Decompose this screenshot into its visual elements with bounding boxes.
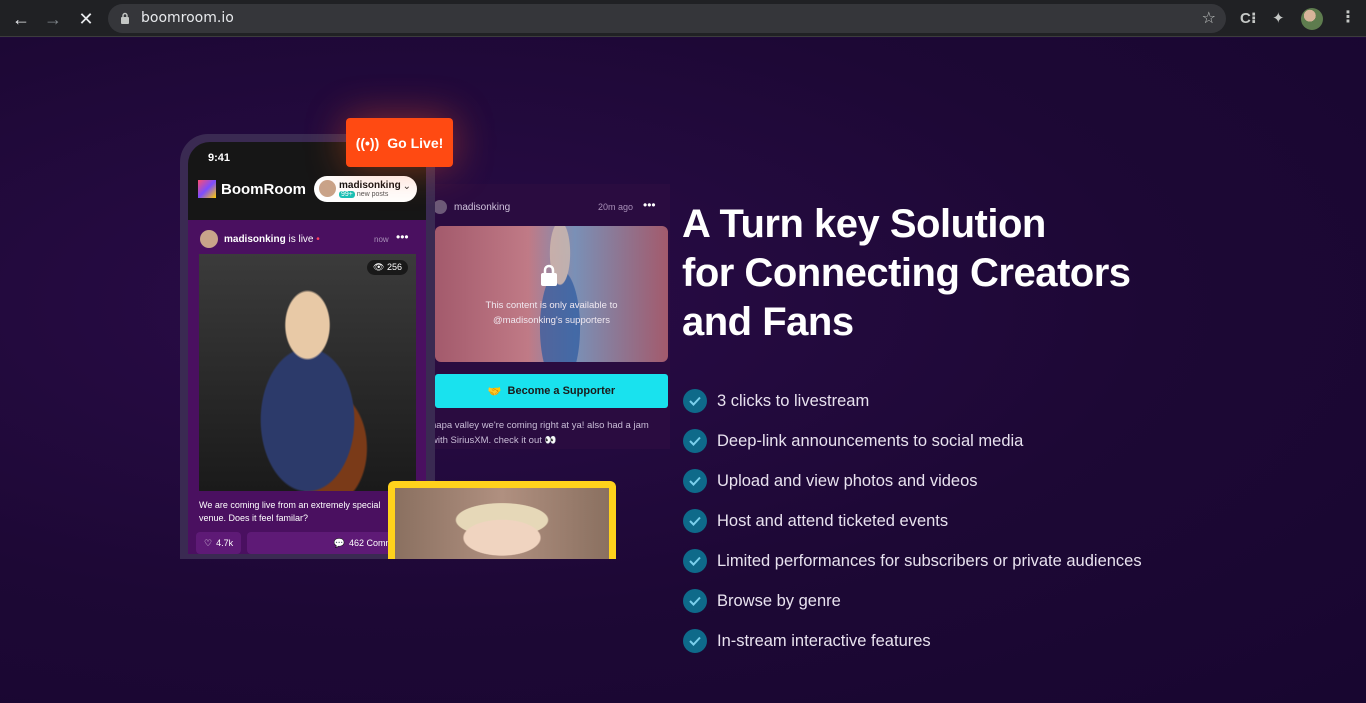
person-photo <box>395 488 609 559</box>
extension-icon[interactable]: C⁝ <box>1240 9 1257 27</box>
feature-list: 3 clicks to livestream Deep-link announc… <box>683 381 1142 661</box>
feature-text: 3 clicks to livestream <box>717 391 870 410</box>
locked-line-1: This content is only available to <box>485 300 618 311</box>
hero-section: madisonking 20m ago ••• This content is … <box>0 38 1366 703</box>
list-item: 3 clicks to livestream <box>683 381 1142 421</box>
blurred-photo <box>525 226 595 362</box>
new-posts-label: 99+ new posts <box>339 191 388 198</box>
post-header: madisonking is live • now ••• <box>200 230 415 250</box>
forward-arrow-icon[interactable]: → <box>40 6 66 32</box>
feature-text: Limited performances for subscribers or … <box>717 551 1142 570</box>
url-text: boomroom.io <box>141 10 234 26</box>
menu-kebab-icon[interactable]: ⋮ <box>1340 7 1356 27</box>
post-author: madisonking is live • <box>224 234 320 245</box>
list-item: Limited performances for subscribers or … <box>683 541 1142 581</box>
avatar <box>200 230 218 248</box>
list-item: Host and attend ticketed events <box>683 501 1142 541</box>
locked-message: This content is only available to @madis… <box>435 298 668 328</box>
eye-icon: 👁 <box>373 262 385 272</box>
bookmark-star-icon[interactable]: ☆ <box>1202 8 1216 28</box>
lock-icon <box>541 264 557 286</box>
feature-text: Host and attend ticketed events <box>717 511 949 530</box>
status-time: 9:41 <box>208 152 231 164</box>
post-text: napa valley we're coming right at ya! al… <box>431 420 649 446</box>
back-arrow-icon[interactable]: ← <box>8 6 34 32</box>
checkmark-icon <box>683 509 707 533</box>
post-header: madisonking 20m ago ••• <box>433 198 668 216</box>
post-username: madisonking <box>454 202 511 213</box>
logo-cube-icon <box>198 180 216 198</box>
title-line-2: for Connecting Creators <box>682 251 1131 295</box>
feature-text: Browse by genre <box>717 591 841 610</box>
checkmark-icon <box>683 429 707 453</box>
feature-text: In-stream interactive features <box>717 631 931 650</box>
checkmark-icon <box>683 589 707 613</box>
chevron-down-icon: ⌄ <box>402 181 411 192</box>
new-posts-count: 99+ <box>339 191 355 198</box>
chip-username: madisonking <box>339 180 401 191</box>
feature-text: Upload and view photos and videos <box>717 471 978 490</box>
locked-content: This content is only available to @madis… <box>435 226 668 362</box>
list-item: Upload and view photos and videos <box>683 461 1142 501</box>
post-time: now <box>374 235 389 244</box>
feature-text: Deep-link announcements to social media <box>717 431 1024 450</box>
view-count: 👁 256 <box>367 260 408 275</box>
title-line-1: A Turn key Solution <box>682 202 1046 246</box>
more-options-icon[interactable]: ••• <box>396 230 409 244</box>
heart-icon: ♡ <box>204 537 213 548</box>
title-line-3: and Fans <box>682 300 854 344</box>
stop-loading-icon[interactable]: ✕ <box>73 6 99 32</box>
address-bar[interactable]: boomroom.io ☆ <box>108 4 1226 33</box>
new-posts-text: new posts <box>356 191 389 198</box>
more-options-icon[interactable]: ••• <box>643 198 656 212</box>
user-switcher[interactable]: madisonking 99+ new posts ⌄ <box>314 176 417 202</box>
page-title: A Turn key Solution for Connecting Creat… <box>682 200 1202 347</box>
checkmark-icon <box>683 549 707 573</box>
post-status: is live <box>288 234 314 245</box>
become-supporter-label: Become a Supporter <box>507 385 616 397</box>
live-dot-icon: • <box>316 234 320 245</box>
handshake-icon: 🤝 <box>487 385 502 398</box>
locked-post-card: madisonking 20m ago ••• This content is … <box>425 184 670 449</box>
checkmark-icon <box>683 389 707 413</box>
post-time: 20m ago <box>598 202 634 212</box>
video-call-card <box>388 481 616 559</box>
view-count-value: 256 <box>386 262 402 272</box>
become-supporter-button[interactable]: 🤝 Become a Supporter <box>435 374 668 408</box>
go-live-button[interactable]: ((•)) Go Live! <box>346 118 453 167</box>
post-username: madisonking <box>224 234 286 245</box>
broadcast-icon: ((•)) <box>355 134 380 151</box>
list-item: In-stream interactive features <box>683 621 1142 661</box>
puzzle-extensions-icon[interactable]: ✦ <box>1272 9 1285 27</box>
lock-icon <box>121 12 129 24</box>
avatar <box>433 200 447 214</box>
live-video[interactable]: 👁 256 <box>199 254 416 491</box>
comment-icon: 💬 <box>333 537 345 548</box>
app-name: BoomRoom <box>221 180 306 198</box>
locked-line-2: @madisonking's supporters <box>492 315 611 326</box>
post-caption: We are coming live from an extremely spe… <box>199 500 381 523</box>
avatar <box>319 180 336 197</box>
profile-avatar[interactable] <box>1301 8 1323 30</box>
list-item: Browse by genre <box>683 581 1142 621</box>
checkmark-icon <box>683 629 707 653</box>
browser-toolbar: ← → ✕ boomroom.io ☆ C⁝ ✦ ⋮ <box>0 0 1366 37</box>
list-item: Deep-link announcements to social media <box>683 421 1142 461</box>
like-button[interactable]: ♡ 4.7k <box>196 532 242 554</box>
checkmark-icon <box>683 469 707 493</box>
like-count: 4.7k <box>216 538 234 548</box>
app-logo: BoomRoom <box>198 180 306 198</box>
go-live-label: Go Live! <box>387 134 444 151</box>
